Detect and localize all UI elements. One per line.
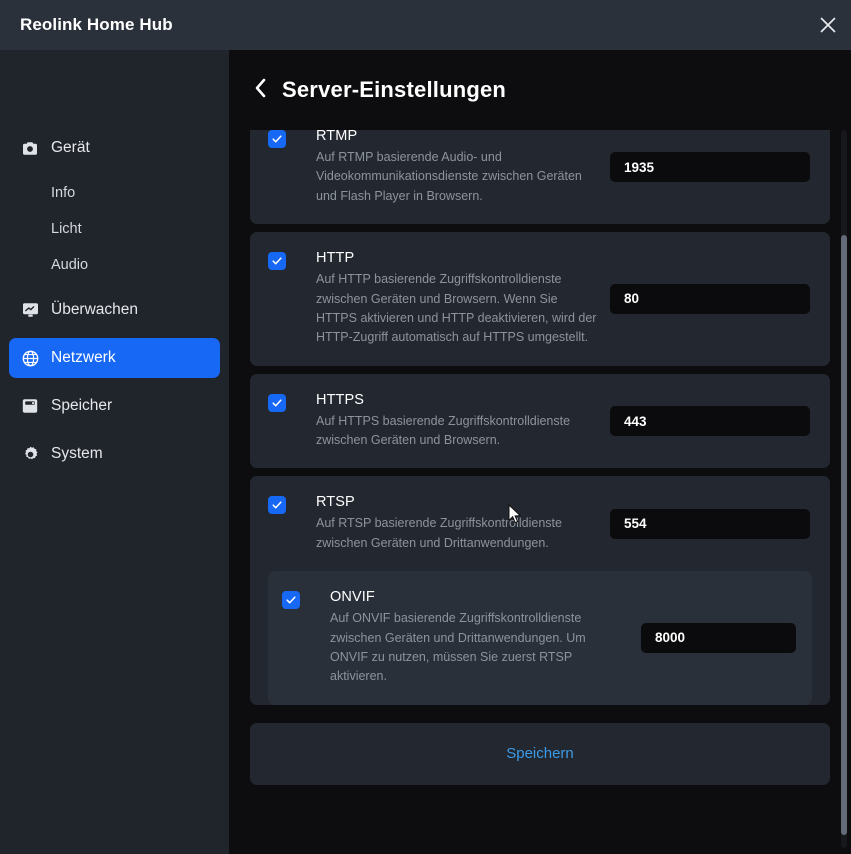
service-description: Auf RTSP basierende Zugriffskontrolldien… [316,516,562,550]
port-field-wrap [610,406,810,436]
service-row: ONVIF Auf ONVIF basierende Zugriffskontr… [268,571,812,705]
service-row: HTTP Auf HTTP basierende Zugriffskontrol… [250,232,830,366]
service-description: Auf RTMP basierende Audio- und Videokomm… [316,150,582,203]
save-button[interactable]: Speichern [250,722,830,785]
check-icon [271,397,283,409]
service-description: Auf ONVIF basierende Zugriffskontrolldie… [330,611,586,684]
http-checkbox[interactable] [268,252,286,271]
sidebar-item-system[interactable]: System [9,434,220,474]
close-button[interactable] [805,0,851,50]
service-card-https: HTTPS Auf HTTPS basierende Zugriffskontr… [250,373,830,469]
service-card-onvif: ONVIF Auf ONVIF basierende Zugriffskontr… [268,571,812,705]
gear-icon [21,445,39,463]
sidebar-item-label: Speicher [51,397,113,415]
service-name: RTMP [316,130,358,144]
service-row: RTSP Auf RTSP basierende Zugriffskontrol… [250,476,830,571]
rtmp-checkbox[interactable] [268,130,286,148]
service-name: RTSP [316,494,355,511]
rtsp-checkbox[interactable] [268,496,286,515]
app-window: Reolink Home Hub Gerät Info Licht Audio … [0,0,851,854]
scrollbar-track[interactable] [841,130,847,848]
onvif-checkbox[interactable] [282,591,300,610]
app-title: Reolink Home Hub [20,15,173,34]
service-name: HTTP [316,250,355,267]
sidebar-item-speicher[interactable]: Speicher [9,386,220,426]
port-field-wrap [610,283,810,314]
service-card-rtsp: RTSP Auf RTSP basierende Zugriffskontrol… [250,476,830,705]
http-port-input[interactable] [610,283,810,314]
back-button[interactable] [250,76,270,104]
service-texts: ONVIF Auf ONVIF basierende Zugriffskontr… [300,589,641,687]
sidebar-item-label: Netzwerk [51,349,116,367]
sidebar-item-label: Gerät [51,139,90,157]
sidebar-item-geraet[interactable]: Gerät [9,128,220,168]
service-description: Auf HTTP basierende Zugriffskontrolldien… [316,272,597,345]
service-texts: HTTPS Auf HTTPS basierende Zugriffskontr… [286,392,610,451]
sidebar-item-label: Überwachen [51,301,139,319]
service-texts: HTTP Auf HTTP basierende Zugriffskontrol… [286,250,610,348]
storage-icon [21,397,39,415]
globe-icon [21,349,39,367]
sidebar-item-info[interactable]: Info [9,176,220,210]
service-description: Auf HTTPS basierende Zugriffskontrolldie… [316,413,571,447]
service-card-http: HTTP Auf HTTP basierende Zugriffskontrol… [250,232,830,366]
page-header: Server-Einstellungen [229,50,851,130]
service-texts: RTSP Auf RTSP basierende Zugriffskontrol… [286,494,610,553]
service-name: ONVIF [330,589,375,606]
sidebar-item-licht[interactable]: Licht [9,212,220,246]
save-button-label: Speichern [506,745,574,763]
service-row: RTMP Auf RTMP basierende Audio- und Vide… [250,130,830,224]
sidebar-subitem-label: Info [51,185,76,201]
check-icon [285,594,297,606]
check-icon [271,255,283,267]
check-icon [271,499,283,511]
rtsp-port-input[interactable] [610,508,810,539]
title-bar: Reolink Home Hub [0,0,851,50]
sidebar-item-netzwerk[interactable]: Netzwerk [9,338,220,378]
service-texts: RTMP Auf RTMP basierende Audio- und Vide… [286,130,610,206]
chevron-left-icon [254,78,267,103]
sidebar-item-ueberwachen[interactable]: Überwachen [9,290,220,330]
sidebar-subitem-label: Licht [51,221,82,237]
monitor-icon [21,301,39,319]
page-title: Server-Einstellungen [282,77,507,102]
service-card-rtmp: RTMP Auf RTMP basierende Audio- und Vide… [250,130,830,225]
rtmp-port-input[interactable] [610,152,810,183]
sidebar-subitem-label: Audio [51,257,89,273]
close-icon [819,16,837,34]
sidebar: Gerät Info Licht Audio Überwachen Netzwe… [0,50,229,854]
sidebar-item-label: System [51,445,103,463]
port-field-wrap [610,152,810,183]
service-row: HTTPS Auf HTTPS basierende Zugriffskontr… [250,374,830,469]
https-port-input[interactable] [610,406,810,436]
https-checkbox[interactable] [268,393,286,412]
check-icon [271,133,283,145]
port-field-wrap [610,508,810,539]
main-content: Server-Einstellungen RTMP Auf RTMP basie… [229,50,851,854]
settings-scroll-area: RTMP Auf RTMP basierende Audio- und Vide… [229,130,851,854]
camera-icon [21,139,39,157]
service-name: HTTPS [316,391,365,408]
scrollbar-thumb[interactable] [841,235,847,835]
settings-list: RTMP Auf RTMP basierende Audio- und Vide… [229,130,851,797]
onvif-port-input[interactable] [641,622,796,653]
port-field-wrap [641,622,796,653]
sidebar-item-audio[interactable]: Audio [9,248,220,282]
